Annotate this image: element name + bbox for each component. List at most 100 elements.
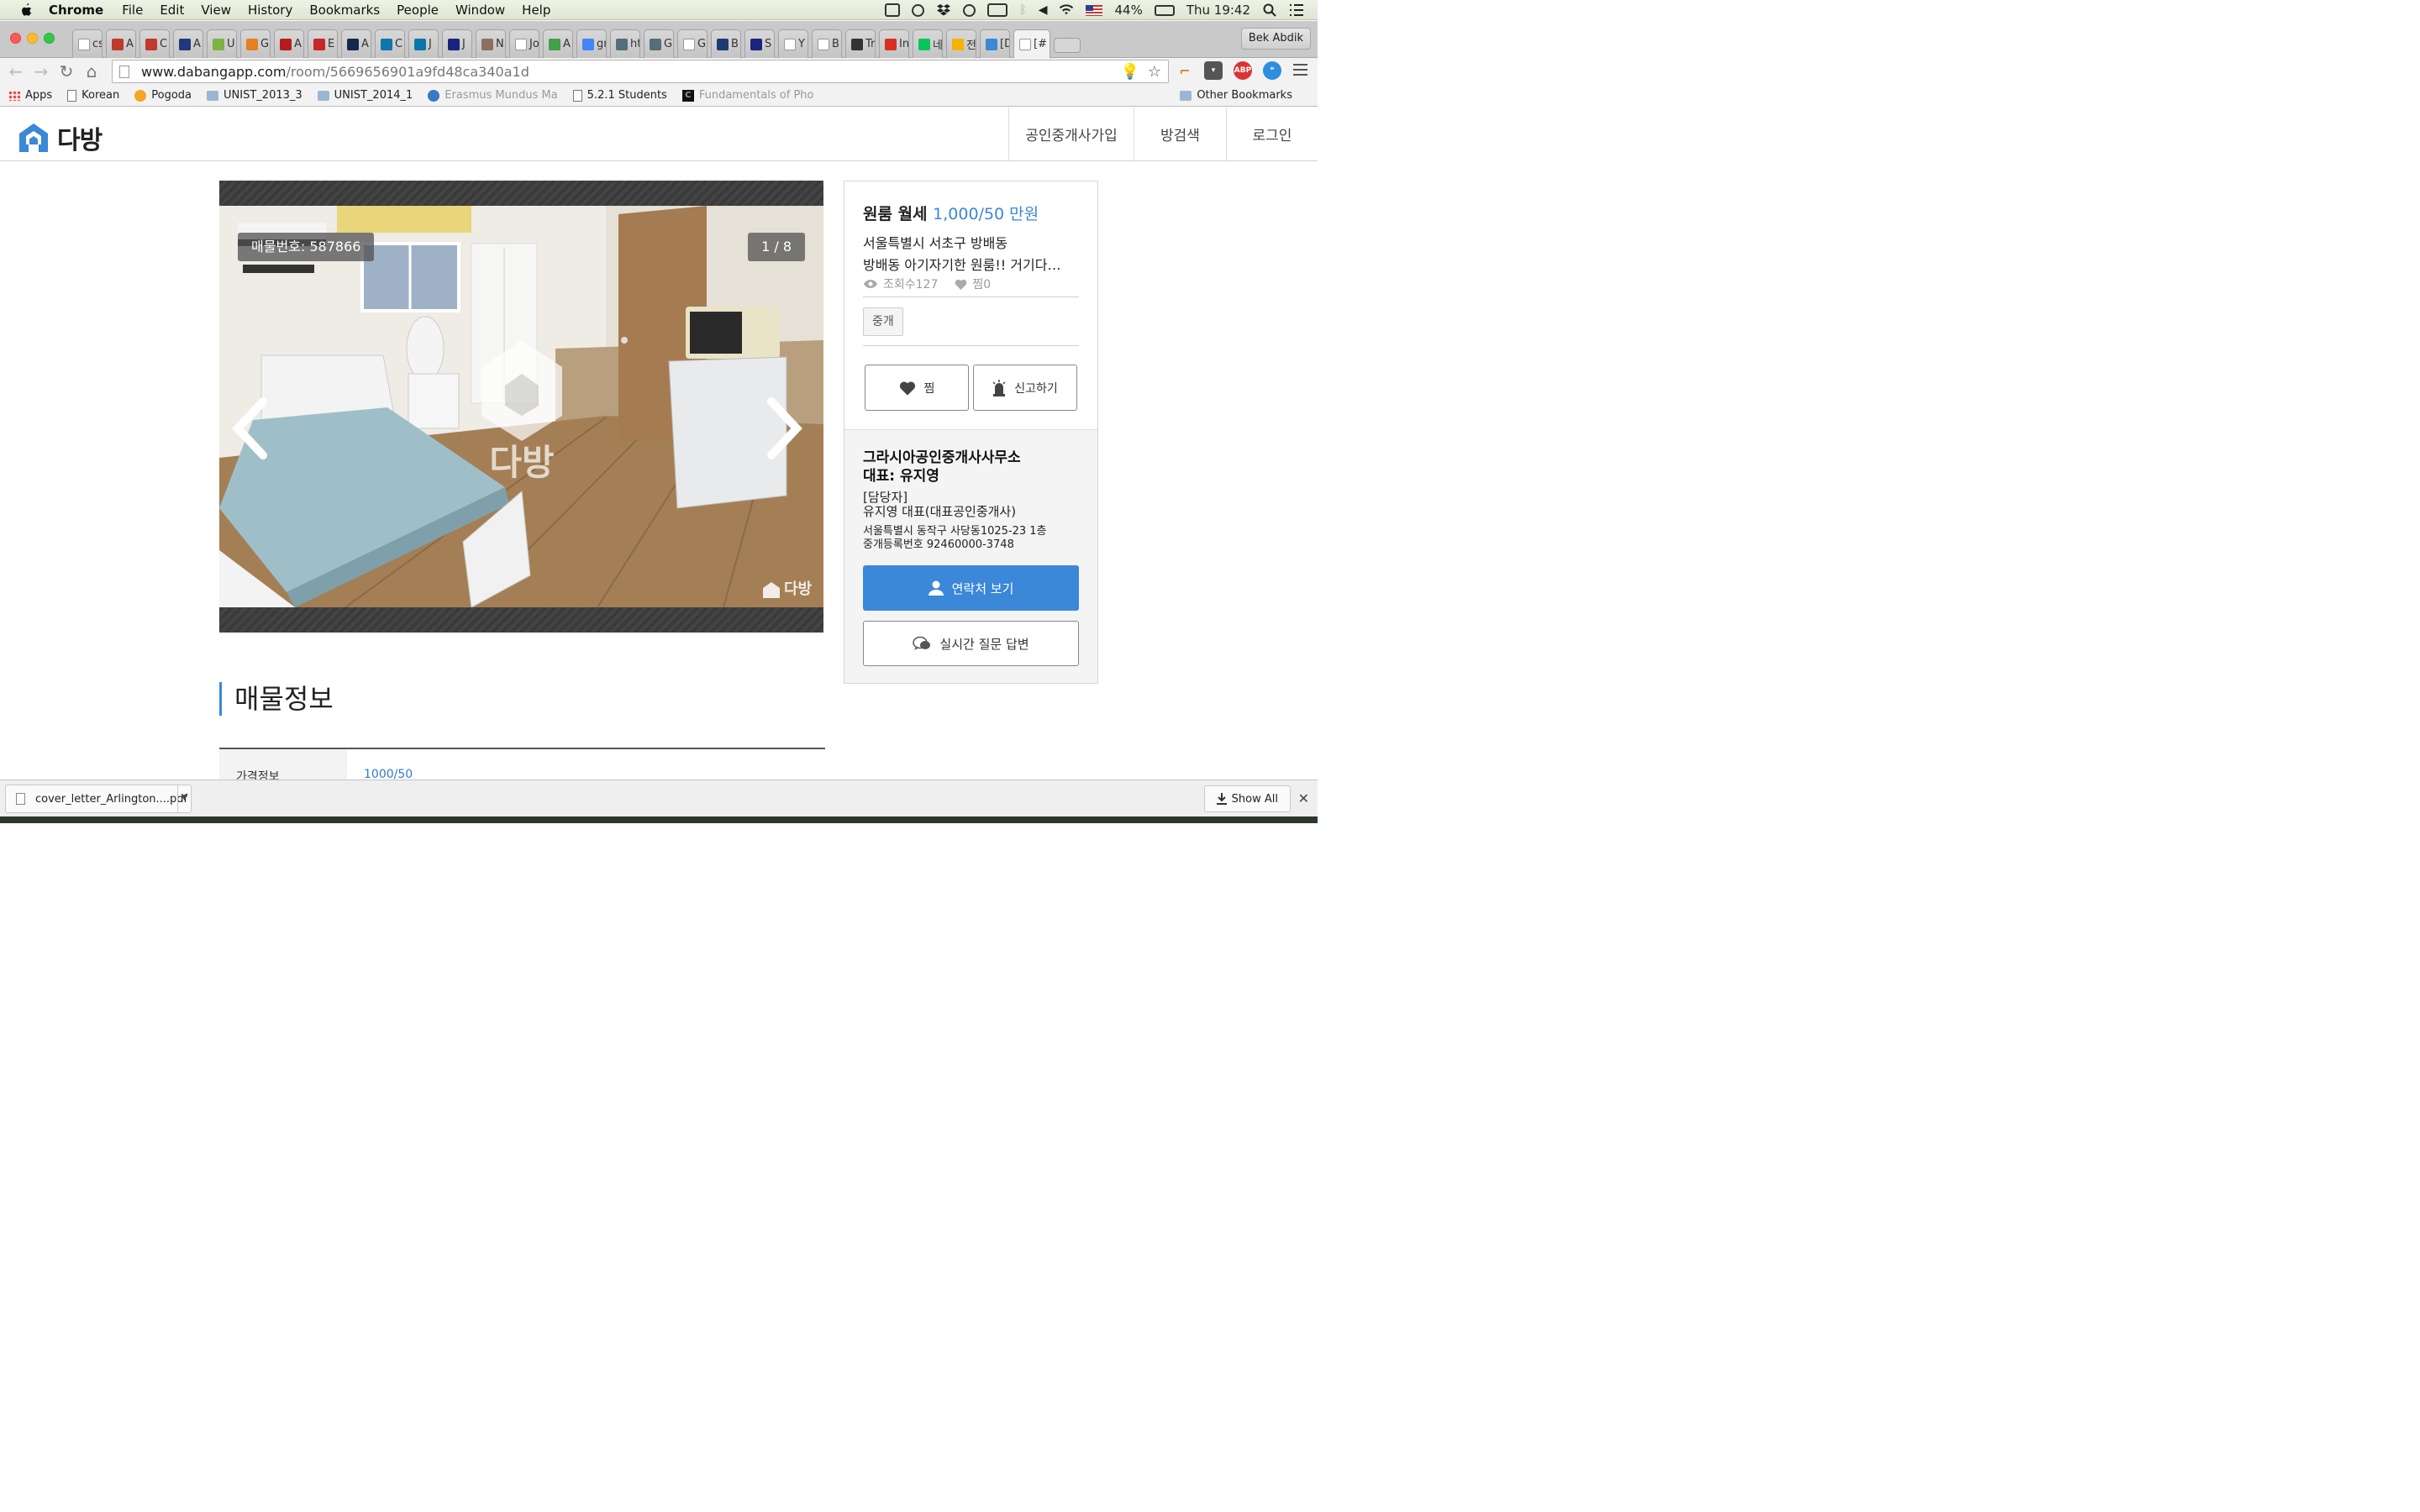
menu-file[interactable]: File: [122, 3, 143, 18]
browser-tab[interactable]: A: [274, 29, 304, 58]
browser-tab[interactable]: J: [442, 29, 472, 58]
home-button[interactable]: ⌂: [79, 61, 104, 81]
bookmark-unist-2013[interactable]: UNIST_2013_3: [207, 89, 302, 102]
wifi-icon[interactable]: [1059, 3, 1074, 17]
browser-tab[interactable]: A: [106, 29, 136, 58]
sync-icon[interactable]: [963, 3, 976, 17]
browser-tab[interactable]: B: [812, 29, 842, 58]
browser-tab[interactable]: N: [476, 29, 506, 58]
browser-tab[interactable]: G: [644, 29, 674, 58]
cursor-icon[interactable]: ⌐: [1176, 61, 1194, 80]
browser-tab[interactable]: A: [341, 29, 371, 58]
adblock-icon[interactable]: ABP: [1234, 61, 1252, 80]
download-item[interactable]: cover_letter_Arlington....pdf ▼: [5, 785, 192, 813]
show-all-downloads-button[interactable]: Show All: [1203, 785, 1291, 812]
menu-view[interactable]: View: [201, 3, 231, 18]
memory-icon[interactable]: [987, 3, 1008, 17]
download-file-name: cover_letter_Arlington....pdf: [35, 792, 188, 806]
bookmark-korean[interactable]: Korean: [67, 89, 119, 102]
live-qa-button[interactable]: 실시간 질문 답변: [863, 621, 1079, 666]
dropbox-icon[interactable]: [936, 3, 951, 17]
profile-button[interactable]: Bek Abdik: [1240, 28, 1311, 50]
clock[interactable]: Thu 19:42: [1186, 3, 1250, 18]
browser-tab[interactable]: A: [543, 29, 573, 58]
browser-tab[interactable]: S: [744, 29, 775, 58]
us-flag-icon[interactable]: [1086, 4, 1103, 16]
bookmark-fundamentals[interactable]: C Fundamentals of Pho: [681, 89, 813, 102]
browser-tab[interactable]: C: [375, 29, 405, 58]
browser-tab[interactable]: U: [207, 29, 237, 58]
browser-tab[interactable]: Tr: [845, 29, 876, 58]
browser-tab[interactable]: B: [711, 29, 741, 58]
browser-tab[interactable]: A: [173, 29, 203, 58]
next-photo-arrow-icon[interactable]: [763, 395, 805, 462]
new-tab-button[interactable]: [1054, 38, 1081, 53]
close-download-bar-icon[interactable]: ✕: [1298, 790, 1309, 806]
bookmark-erasmus[interactable]: Erasmus Mundus Ma: [428, 89, 558, 102]
like-button[interactable]: 찜: [865, 365, 969, 411]
volume-icon[interactable]: ◀: [1039, 3, 1048, 17]
menu-edit[interactable]: Edit: [160, 3, 184, 18]
spotlight-icon[interactable]: [1262, 3, 1277, 17]
battery-icon[interactable]: [1154, 4, 1175, 16]
chrome-menu-icon[interactable]: [1293, 64, 1307, 76]
screen-mirror-icon[interactable]: [885, 3, 901, 17]
back-button[interactable]: ←: [3, 61, 29, 81]
bookmarks-bar: Apps Korean Pogoda UNIST_2013_3 UNIST_20…: [0, 85, 1318, 107]
notification-list-icon[interactable]: [1289, 3, 1304, 17]
browser-tab[interactable]: C: [139, 29, 170, 58]
nav-room-search[interactable]: 방검색: [1134, 108, 1226, 160]
bookmark-unist-2014[interactable]: UNIST_2014_1: [317, 89, 413, 102]
browser-tab[interactable]: Jo: [509, 29, 539, 58]
nav-agent-signup[interactable]: 공인중개사가입: [1008, 108, 1134, 160]
tab-title: 전: [966, 39, 976, 52]
bookmark-star-icon[interactable]: ☆: [1148, 63, 1161, 81]
tab-favicon-icon: [179, 38, 191, 50]
menu-help[interactable]: Help: [522, 3, 550, 18]
menu-app-name[interactable]: Chrome: [49, 3, 103, 18]
browser-tab[interactable]: J: [408, 29, 439, 58]
browser-tab[interactable]: 네: [913, 29, 943, 58]
report-button[interactable]: 신고하기: [973, 365, 1077, 411]
bluetooth-icon[interactable]: ᛒ: [1019, 3, 1026, 17]
view-contact-button[interactable]: 연락처 보기: [863, 565, 1079, 611]
download-options-caret-icon[interactable]: ▼: [177, 785, 191, 812]
browser-tab[interactable]: In: [879, 29, 909, 58]
window-minimize-button[interactable]: [27, 33, 38, 44]
menu-people[interactable]: People: [397, 3, 439, 18]
browser-tab[interactable]: Y: [778, 29, 808, 58]
nav-login[interactable]: 로그인: [1226, 108, 1318, 160]
tab-title: Y: [798, 38, 805, 50]
window-close-button[interactable]: [10, 33, 21, 44]
browser-tab[interactable]: G: [240, 29, 271, 58]
cloud-icon[interactable]: [912, 3, 925, 17]
address-bar[interactable]: www.dabangapp.com/room/5669656901a9fd48c…: [112, 60, 1169, 83]
browser-tab[interactable]: G: [677, 29, 708, 58]
bookmark-pogoda[interactable]: Pogoda: [134, 89, 192, 102]
apple-icon[interactable]: [17, 3, 35, 18]
browser-tab[interactable]: cs: [72, 29, 103, 58]
bookmark-other[interactable]: Other Bookmarks: [1180, 89, 1292, 102]
lightbulb-icon[interactable]: 💡: [1120, 63, 1139, 81]
browser-tab-active[interactable]: [#✕: [1013, 29, 1050, 58]
heart-icon: [899, 381, 915, 396]
browser-tab[interactable]: [D: [980, 29, 1010, 58]
bookmark-students[interactable]: 5.2.1 Students: [572, 89, 667, 102]
menu-bookmarks[interactable]: Bookmarks: [309, 3, 380, 18]
site-logo[interactable]: 다방: [17, 119, 103, 156]
menu-history[interactable]: History: [248, 3, 292, 18]
tab-favicon-icon: [616, 38, 628, 50]
browser-tab[interactable]: 전: [946, 29, 976, 58]
pocket-icon[interactable]: ▾: [1204, 61, 1223, 80]
menu-window[interactable]: Window: [455, 3, 505, 18]
prev-photo-arrow-icon[interactable]: [229, 395, 271, 462]
browser-tab[interactable]: ht: [610, 29, 640, 58]
tab-close-icon[interactable]: ✕: [1049, 38, 1050, 50]
chat-extension-icon[interactable]: ❝: [1263, 61, 1281, 80]
browser-tab[interactable]: E: [308, 29, 338, 58]
forward-button[interactable]: →: [29, 61, 54, 81]
bookmark-apps[interactable]: Apps: [8, 89, 52, 102]
reload-button[interactable]: ↻: [54, 61, 79, 81]
window-zoom-button[interactable]: [44, 33, 55, 44]
browser-tab[interactable]: gr: [576, 29, 607, 58]
